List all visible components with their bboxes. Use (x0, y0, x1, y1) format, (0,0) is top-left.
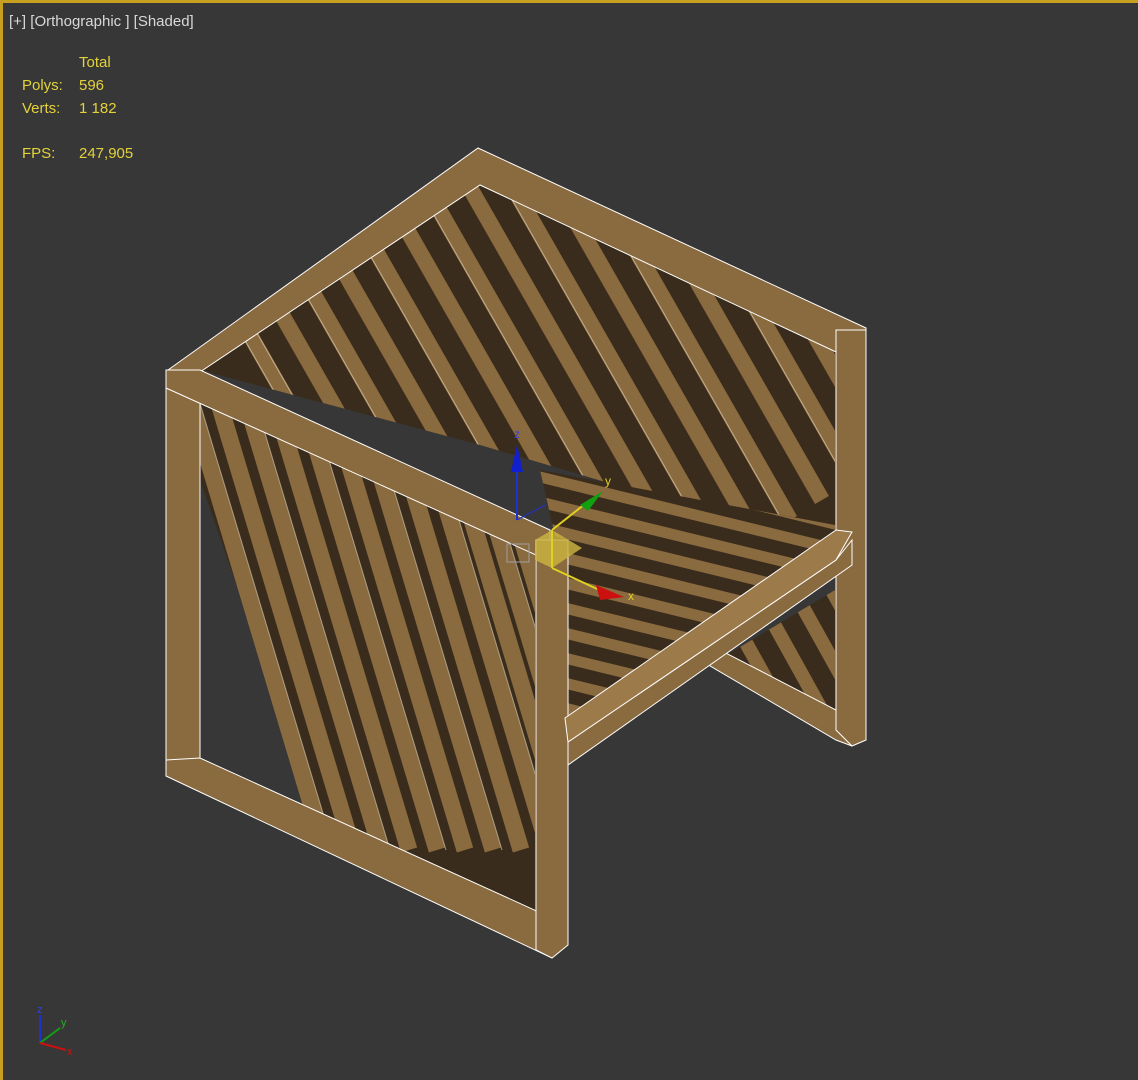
tripod-x-axis (39, 1042, 67, 1051)
scene-canvas: x y z z y x (37, 0, 950, 1058)
view-axis-tripod: z y x (37, 1004, 73, 1058)
gizmo-y-label: y (605, 474, 611, 488)
gizmo-z-label: z (514, 427, 520, 441)
gizmo-x-label: x (628, 589, 634, 603)
chair-model[interactable] (165, 0, 950, 959)
tripod-y-axis (39, 1027, 61, 1044)
left-back-post (165, 371, 201, 776)
front-left-post (535, 539, 569, 959)
tripod-z-label: z (37, 1004, 43, 1016)
tripod-x-label: x (67, 1046, 73, 1058)
tripod-y-label: y (61, 1017, 67, 1029)
